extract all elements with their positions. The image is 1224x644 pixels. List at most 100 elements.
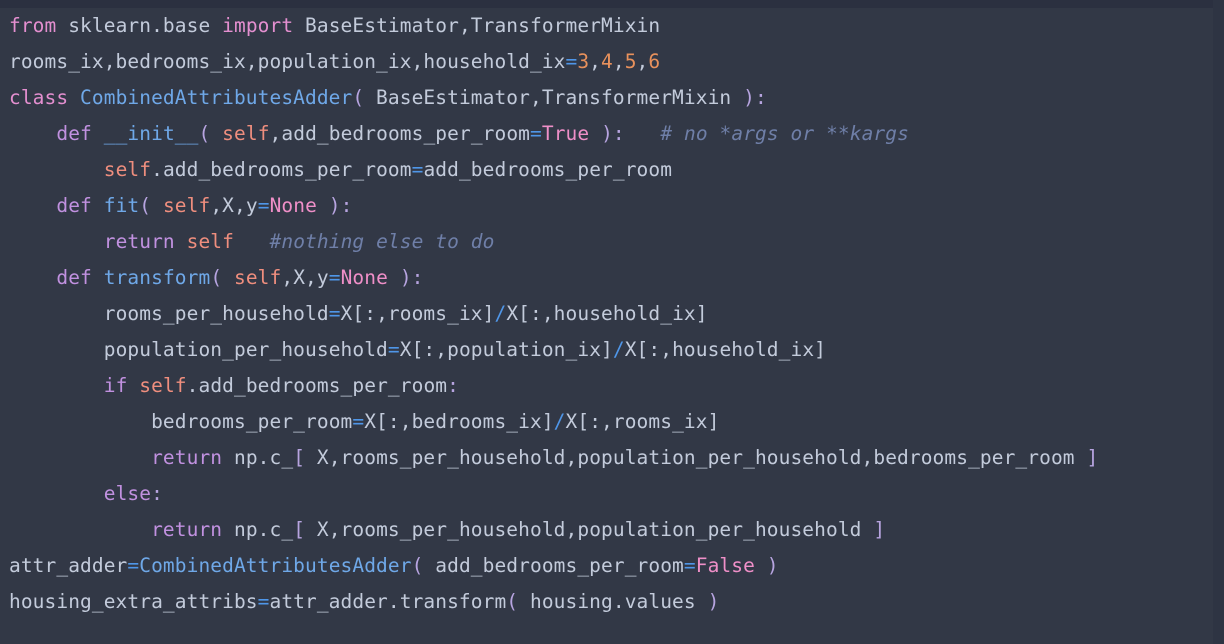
code-token-id: BaseEstimator,TransformerMixin [364, 86, 744, 109]
code-line[interactable]: return np.c_[ X,rooms_per_household,popu… [9, 512, 1224, 548]
code-token-punc: [ [293, 446, 306, 469]
code-token-self: self [103, 158, 152, 181]
code-token-op: = [328, 266, 341, 289]
code-token-id: rooms_ix,bedrooms_ix,population_ix,house… [9, 50, 566, 73]
code-token-id [175, 230, 187, 253]
code-token-id: rooms_per_household [103, 302, 329, 325]
code-token-id [92, 122, 104, 145]
code-token-punc: ): [399, 266, 424, 289]
code-token-punc: ) [707, 590, 720, 613]
code-token-op: / [494, 302, 507, 325]
code-token-id [388, 266, 400, 289]
code-line[interactable]: def fit( self,X,y=None ): [9, 188, 1224, 224]
code-token-id: , [589, 50, 602, 73]
code-token-id: attr_adder [9, 554, 128, 577]
code-token-id [9, 374, 104, 397]
code-token-punc: ( [411, 554, 424, 577]
code-token-kw: if [103, 374, 128, 397]
code-line[interactable]: return np.c_[ X,rooms_per_household,popu… [9, 440, 1224, 476]
code-token-kw2: class [9, 86, 69, 109]
code-token-id [234, 230, 270, 253]
code-token-id: X,rooms_per_household,population_per_hou… [305, 446, 1087, 469]
code-line[interactable]: rooms_per_household=X[:,rooms_ix]/X[:,ho… [9, 296, 1224, 332]
code-token-kw: def [56, 266, 92, 289]
code-token-op: = [352, 410, 365, 433]
code-line[interactable]: bedrooms_per_room=X[:,bedrooms_ix]/X[:,r… [9, 404, 1224, 440]
code-content[interactable]: from sklearn.base import BaseEstimator,T… [0, 8, 1224, 620]
code-token-op: = [565, 50, 578, 73]
code-line[interactable]: population_per_household=X[:,population_… [9, 332, 1224, 368]
code-token-punc: ( [198, 122, 211, 145]
code-token-id: ,add_bedrooms_per_room [269, 122, 531, 145]
code-token-id: np.c_ [222, 446, 294, 469]
code-line[interactable]: if self.add_bedrooms_per_room: [9, 368, 1224, 404]
code-token-op: / [612, 338, 625, 361]
code-token-id: , [636, 50, 649, 73]
code-token-op: = [683, 554, 696, 577]
code-token-kw: else [103, 482, 152, 505]
code-token-id [9, 482, 104, 505]
code-token-punc: : [151, 482, 163, 505]
code-token-num: 5 [624, 50, 637, 73]
code-token-id: attr_adder.transform [269, 590, 507, 613]
code-token-kw: def [56, 122, 92, 145]
code-line[interactable]: attr_adder=CombinedAttributesAdder( add_… [9, 548, 1224, 584]
code-token-op: = [387, 338, 400, 361]
code-line[interactable]: def __init__( self,add_bedrooms_per_room… [9, 116, 1224, 152]
code-token-punc: ): [601, 122, 625, 145]
code-token-self: self [139, 374, 187, 397]
code-token-kw: return [151, 446, 223, 469]
code-token-id [151, 194, 163, 217]
code-token-id: X[:,household_ix] [624, 338, 826, 361]
code-token-fn: __init__ [103, 122, 199, 145]
code-editor[interactable]: from sklearn.base import BaseEstimator,T… [0, 0, 1224, 644]
code-token-id: np.c_ [222, 518, 294, 541]
code-line[interactable]: housing_extra_attribs=attr_adder.transfo… [9, 584, 1224, 620]
code-line[interactable]: self.add_bedrooms_per_room=add_bedrooms_… [9, 152, 1224, 188]
code-token-id [9, 410, 151, 433]
code-token-cmt: #nothing else to do [269, 230, 495, 253]
code-token-id: bedrooms_per_room [151, 410, 353, 433]
code-token-id [9, 122, 56, 145]
code-token-id [9, 266, 56, 289]
code-token-id: housing.values [518, 590, 708, 613]
code-token-cmt: # no *args or **kargs [660, 122, 909, 145]
code-token-op: = [257, 194, 270, 217]
code-token-id: add_bedrooms_per_room [423, 158, 673, 181]
code-token-id [68, 86, 80, 109]
code-token-punc: ] [873, 518, 886, 541]
code-token-id [9, 194, 56, 217]
code-token-self: self [222, 122, 270, 145]
code-line[interactable]: def transform( self,X,y=None ): [9, 260, 1224, 296]
code-line[interactable]: class CombinedAttributesAdder( BaseEstim… [9, 80, 1224, 116]
code-token-op: = [328, 302, 341, 325]
code-token-kw: return [103, 230, 175, 253]
editor-top-margin [0, 0, 1224, 8]
code-token-id: .add_bedrooms_per_room [151, 158, 412, 181]
code-token-self: self [186, 230, 234, 253]
code-token-id: population_per_household [103, 338, 388, 361]
code-token-const: False [695, 554, 755, 577]
code-token-id [222, 266, 234, 289]
code-token-id [92, 266, 104, 289]
code-token-id [317, 194, 329, 217]
code-token-op: = [127, 554, 140, 577]
code-token-fn: fit [103, 194, 140, 217]
code-token-id [127, 374, 139, 397]
code-token-id: ,X,y [210, 194, 258, 217]
code-token-id: X,rooms_per_household,population_per_hou… [305, 518, 874, 541]
code-token-kw2: import [222, 14, 294, 37]
code-token-id: , [612, 50, 625, 73]
code-line[interactable]: return self #nothing else to do [9, 224, 1224, 260]
code-token-punc: : [447, 374, 459, 397]
code-line[interactable]: rooms_ix,bedrooms_ix,population_ix,house… [9, 44, 1224, 80]
code-token-self: self [162, 194, 211, 217]
code-token-const: True [541, 122, 590, 145]
code-token-id: X[:,rooms_ix] [565, 410, 720, 433]
code-line[interactable]: from sklearn.base import BaseEstimator,T… [9, 8, 1224, 44]
code-token-id [9, 302, 104, 325]
code-line[interactable]: else: [9, 476, 1224, 512]
code-token-fn: transform [103, 266, 211, 289]
code-token-id [9, 230, 104, 253]
code-token-op: = [411, 158, 424, 181]
